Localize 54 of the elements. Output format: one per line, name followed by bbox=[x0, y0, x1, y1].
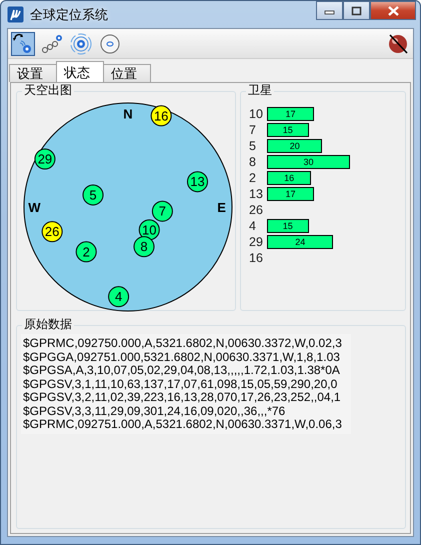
signal-bar: 24 bbox=[267, 235, 334, 249]
close-button[interactable] bbox=[370, 1, 416, 20]
window-title: 全球定位系统 bbox=[30, 6, 108, 24]
disc-button[interactable] bbox=[98, 32, 122, 56]
satellite-marker: 7 bbox=[152, 200, 173, 222]
signal-bar: 15 bbox=[267, 219, 309, 233]
nmea-sentence: $GPGSV,3,1,11,10,63,137,17,07,61,098,15,05,59,290,20,0 bbox=[23, 378, 338, 391]
satellite-id: 2 bbox=[249, 170, 257, 187]
satellite-marker: 4 bbox=[108, 286, 130, 308]
nmea-sentence: $GPGSV,3,3,11,29,09,301,24,16,09,020,,36,,,*76 bbox=[23, 404, 286, 418]
satellite-id: 10 bbox=[249, 106, 264, 123]
satellite-id: 5 bbox=[249, 138, 257, 155]
tab[interactable]: 状态 bbox=[56, 61, 104, 82]
nmea-sentence: $GPRMC,092751.000,A,5321.6802,N,00630.3371,W,0.06,3 bbox=[23, 418, 343, 432]
signal-bar: 17 bbox=[267, 107, 314, 121]
satellite-id: 7 bbox=[249, 122, 257, 139]
maximize-button[interactable] bbox=[343, 1, 370, 20]
satellite-marker: 8 bbox=[134, 236, 155, 258]
nmea-sentence: $GPGSA,A,3,10,07,05,02,29,04,08,13,,,,,1.72,1.03,1.38*0A bbox=[23, 364, 341, 378]
satellite-marker: 16 bbox=[150, 105, 172, 126]
satellite-marker: 5 bbox=[82, 184, 104, 206]
signal-bar: 17 bbox=[267, 187, 314, 201]
satellite-id: 29 bbox=[249, 234, 264, 251]
group-title: 原始数据 bbox=[22, 317, 74, 331]
compass-label: E bbox=[217, 200, 226, 215]
satellite-marker: 2 bbox=[76, 241, 97, 262]
connect-button[interactable] bbox=[11, 32, 35, 56]
satellite-marker: 26 bbox=[42, 221, 63, 242]
signal-bar: 15 bbox=[267, 123, 309, 137]
satellite-id: 13 bbox=[249, 186, 264, 203]
stop-button[interactable] bbox=[386, 32, 410, 56]
close-icon bbox=[388, 6, 398, 16]
satellite-id: 16 bbox=[249, 250, 264, 267]
signal-bar: 16 bbox=[267, 171, 312, 185]
nmea-sentence: $GPGSV,3,2,11,02,39,223,16,13,28,070,17,26,23,252,,04,1 bbox=[23, 391, 342, 404]
nmea-sentence: $GPGGA,092751.000,5321.6802,N,00630.3371,W,1,8,1.03 bbox=[23, 350, 341, 364]
satellite-marker: 29 bbox=[34, 148, 56, 170]
compass-label: N bbox=[123, 106, 133, 122]
minimize-button[interactable] bbox=[316, 1, 343, 20]
signal-bar: 20 bbox=[267, 139, 322, 153]
tab[interactable]: 位置 bbox=[103, 64, 151, 82]
app-icon bbox=[7, 6, 24, 23]
group-title: 卫星 bbox=[246, 83, 274, 97]
signal-button[interactable] bbox=[69, 32, 93, 56]
satellite-id: 4 bbox=[249, 218, 257, 235]
group-title: 天空出图 bbox=[22, 83, 74, 97]
satellite-id: 8 bbox=[249, 154, 257, 171]
compass-label: W bbox=[28, 200, 41, 215]
satellite-marker: 13 bbox=[187, 171, 208, 192]
nmea-sentence: $GPRMC,092750.000,A,5321.6802,N,00630.3372,W,0.02,3 bbox=[23, 337, 343, 350]
tab[interactable]: 设置 bbox=[9, 64, 57, 82]
signal-bar: 30 bbox=[267, 155, 350, 169]
satellite-id: 26 bbox=[249, 202, 264, 219]
maximize-icon bbox=[351, 6, 362, 16]
